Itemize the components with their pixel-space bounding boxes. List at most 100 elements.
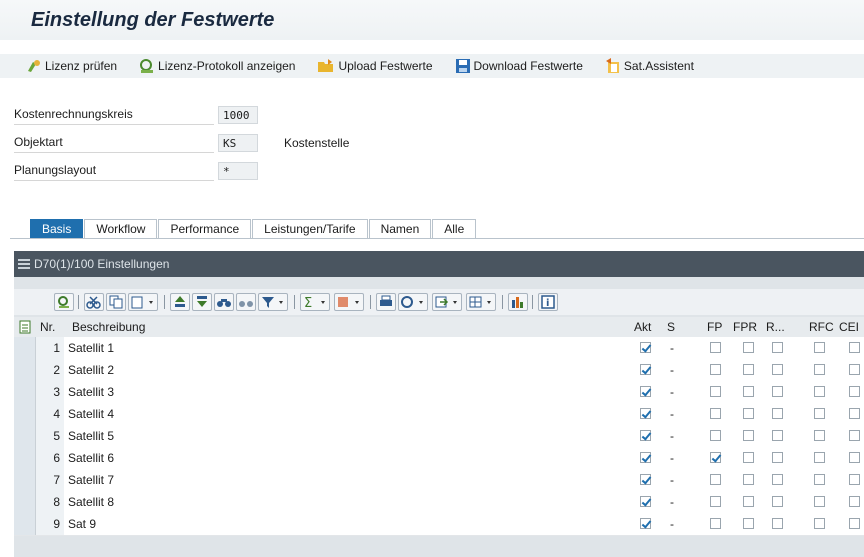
field-value[interactable]: * bbox=[218, 162, 258, 180]
table-row[interactable]: 4 Satellit 4 - bbox=[14, 403, 864, 426]
paste-button[interactable] bbox=[128, 293, 158, 311]
row-checkbox[interactable] bbox=[772, 342, 783, 353]
col-header-fpr[interactable]: FPR bbox=[733, 320, 757, 334]
find-next-button[interactable] bbox=[236, 293, 256, 311]
find-button[interactable] bbox=[214, 293, 234, 311]
license-check-button[interactable]: Lizenz prüfen bbox=[26, 56, 117, 76]
table-row[interactable]: 6 Satellit 6 - bbox=[14, 447, 864, 470]
row-checkbox[interactable] bbox=[743, 408, 754, 419]
detail-button[interactable] bbox=[54, 293, 74, 311]
table-row[interactable]: 8 Satellit 8 - bbox=[14, 491, 864, 514]
row-checkbox[interactable] bbox=[849, 518, 860, 529]
sum-button[interactable]: Σ bbox=[300, 293, 330, 311]
row-checkbox[interactable] bbox=[743, 474, 754, 485]
row-checkbox[interactable] bbox=[772, 474, 783, 485]
tab-namen[interactable]: Namen bbox=[368, 219, 432, 239]
field-value[interactable]: 1000 bbox=[218, 106, 258, 124]
row-checkbox[interactable] bbox=[772, 386, 783, 397]
row-checkbox-akt[interactable] bbox=[640, 386, 651, 397]
col-header-rfc[interactable]: RFC bbox=[809, 320, 834, 334]
row-checkbox-akt[interactable] bbox=[640, 364, 651, 375]
row-checkbox-fp[interactable] bbox=[710, 386, 721, 397]
row-checkbox[interactable] bbox=[743, 342, 754, 353]
row-checkbox[interactable] bbox=[743, 518, 754, 529]
row-checkbox-fp[interactable] bbox=[710, 430, 721, 441]
row-selector[interactable] bbox=[14, 359, 36, 381]
row-selector[interactable] bbox=[14, 381, 36, 403]
row-description[interactable]: Satellit 8 bbox=[68, 491, 114, 513]
row-checkbox[interactable] bbox=[743, 430, 754, 441]
row-checkbox-fp[interactable] bbox=[710, 452, 721, 463]
row-selector[interactable] bbox=[14, 425, 36, 447]
col-header-cei[interactable]: CEI bbox=[839, 320, 859, 334]
col-header-akt[interactable]: Akt bbox=[634, 320, 651, 334]
row-checkbox[interactable] bbox=[772, 518, 783, 529]
row-checkbox-fp[interactable] bbox=[710, 408, 721, 419]
copy-button[interactable] bbox=[106, 293, 126, 311]
sort-desc-button[interactable] bbox=[192, 293, 212, 311]
row-checkbox-akt[interactable] bbox=[640, 496, 651, 507]
row-selector[interactable] bbox=[14, 403, 36, 425]
row-checkbox-akt[interactable] bbox=[640, 452, 651, 463]
row-checkbox[interactable] bbox=[743, 496, 754, 507]
row-checkbox[interactable] bbox=[772, 364, 783, 375]
download-button[interactable]: Download Festwerte bbox=[455, 56, 583, 76]
field-value[interactable]: KS bbox=[218, 134, 258, 152]
table-row[interactable]: 3 Satellit 3 - bbox=[14, 381, 864, 404]
row-checkbox[interactable] bbox=[814, 342, 825, 353]
row-checkbox[interactable] bbox=[814, 452, 825, 463]
row-checkbox[interactable] bbox=[743, 452, 754, 463]
row-checkbox-fp[interactable] bbox=[710, 364, 721, 375]
cut-button[interactable] bbox=[84, 293, 104, 311]
row-description[interactable]: Sat 9 bbox=[68, 513, 96, 535]
row-description[interactable]: Satellit 1 bbox=[68, 337, 114, 359]
row-description[interactable]: Satellit 3 bbox=[68, 381, 114, 403]
row-checkbox[interactable] bbox=[849, 364, 860, 375]
row-checkbox-akt[interactable] bbox=[640, 430, 651, 441]
row-checkbox-akt[interactable] bbox=[640, 474, 651, 485]
row-description[interactable]: Satellit 2 bbox=[68, 359, 114, 381]
table-row[interactable]: 5 Satellit 5 - bbox=[14, 425, 864, 448]
table-row[interactable]: 7 Satellit 7 - bbox=[14, 469, 864, 492]
table-row[interactable]: 2 Satellit 2 - bbox=[14, 359, 864, 382]
row-description[interactable]: Satellit 5 bbox=[68, 425, 114, 447]
tab-performance[interactable]: Performance bbox=[158, 219, 252, 239]
print-button[interactable] bbox=[376, 293, 396, 311]
row-checkbox[interactable] bbox=[772, 408, 783, 419]
row-checkbox[interactable] bbox=[849, 496, 860, 507]
row-checkbox-fp[interactable] bbox=[710, 496, 721, 507]
panel-menu-icon[interactable] bbox=[18, 259, 30, 269]
tab-basis[interactable]: Basis bbox=[30, 219, 84, 239]
tab-alle[interactable]: Alle bbox=[432, 219, 477, 239]
layout-button[interactable] bbox=[466, 293, 496, 311]
row-checkbox[interactable] bbox=[814, 386, 825, 397]
sat-assistant-button[interactable]: Sat.Assistent bbox=[605, 56, 694, 76]
row-checkbox[interactable] bbox=[743, 364, 754, 375]
sort-asc-button[interactable] bbox=[170, 293, 190, 311]
tab-workflow[interactable]: Workflow bbox=[84, 219, 158, 239]
row-checkbox[interactable] bbox=[849, 342, 860, 353]
table-row[interactable]: 1 Satellit 1 - bbox=[14, 337, 864, 360]
row-selector[interactable] bbox=[14, 469, 36, 491]
row-checkbox[interactable] bbox=[849, 430, 860, 441]
row-checkbox[interactable] bbox=[849, 452, 860, 463]
row-checkbox-akt[interactable] bbox=[640, 408, 651, 419]
tab-leistungen-tarife[interactable]: Leistungen/Tarife bbox=[252, 219, 368, 239]
license-protocol-button[interactable]: Lizenz-Protokoll anzeigen bbox=[139, 56, 295, 76]
row-description[interactable]: Satellit 4 bbox=[68, 403, 114, 425]
row-checkbox[interactable] bbox=[814, 364, 825, 375]
row-checkbox[interactable] bbox=[772, 430, 783, 441]
row-checkbox-fp[interactable] bbox=[710, 342, 721, 353]
row-checkbox[interactable] bbox=[772, 452, 783, 463]
row-checkbox[interactable] bbox=[849, 474, 860, 485]
row-checkbox[interactable] bbox=[814, 430, 825, 441]
filter-button[interactable] bbox=[258, 293, 288, 311]
col-header-nr[interactable]: Nr. bbox=[40, 320, 55, 334]
upload-button[interactable]: Upload Festwerte bbox=[317, 56, 433, 76]
row-checkbox-fp[interactable] bbox=[710, 518, 721, 529]
row-checkbox[interactable] bbox=[814, 474, 825, 485]
select-all-icon[interactable] bbox=[19, 320, 33, 334]
row-description[interactable]: Satellit 7 bbox=[68, 469, 114, 491]
row-checkbox[interactable] bbox=[849, 386, 860, 397]
row-checkbox-fp[interactable] bbox=[710, 474, 721, 485]
